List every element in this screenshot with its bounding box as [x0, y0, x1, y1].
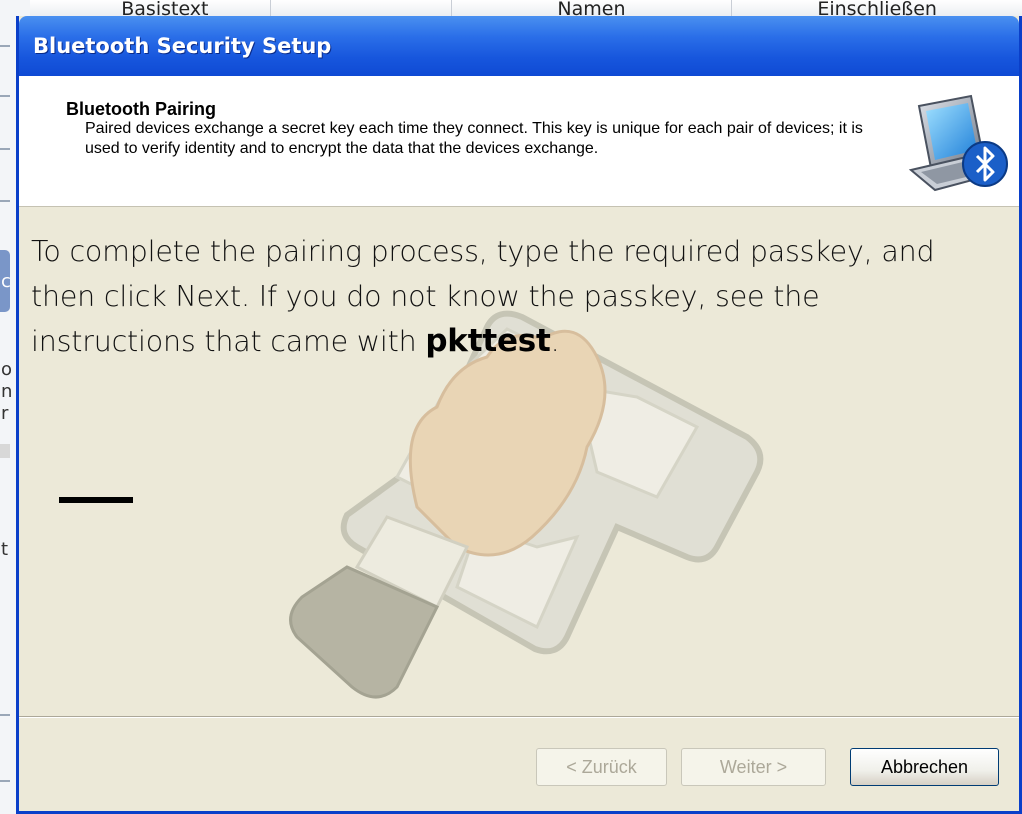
content-area: To complete the pairing process, type th…: [19, 207, 1019, 717]
device-name: pkttest: [425, 323, 551, 359]
window-title: Bluetooth Security Setup: [33, 34, 332, 58]
background-text: t: [1, 540, 9, 560]
header-panel: Bluetooth Pairing Paired devices exchang…: [19, 76, 1019, 207]
background-divider: [0, 95, 10, 97]
background-text: c: [1, 272, 11, 292]
cancel-button[interactable]: Abbrechen: [850, 748, 999, 786]
next-button[interactable]: Weiter >: [681, 748, 826, 786]
instruction-end: .: [550, 325, 560, 358]
passkey-input[interactable]: [59, 497, 133, 503]
background-text: r: [1, 404, 9, 424]
background-divider: [0, 45, 10, 47]
computer-bluetooth-icon: [905, 94, 1009, 196]
background-text: o: [1, 360, 13, 380]
back-button[interactable]: < Zurück: [536, 748, 667, 786]
bluetooth-security-dialog: Bluetooth Security Setup Bluetooth Pairi…: [16, 16, 1022, 814]
background-text: n: [1, 382, 13, 402]
background-divider: [0, 200, 10, 202]
background-divider: [0, 714, 10, 716]
background-divider: [0, 444, 10, 458]
pairing-instruction: To complete the pairing process, type th…: [31, 229, 991, 364]
header-description: Paired devices exchange a secret key eac…: [85, 120, 863, 157]
button-separator: [19, 716, 1019, 718]
header-heading: Bluetooth Pairing: [66, 99, 216, 119]
background-divider: [0, 780, 10, 782]
background-divider: [0, 148, 10, 150]
title-bar[interactable]: Bluetooth Security Setup: [19, 16, 1019, 76]
